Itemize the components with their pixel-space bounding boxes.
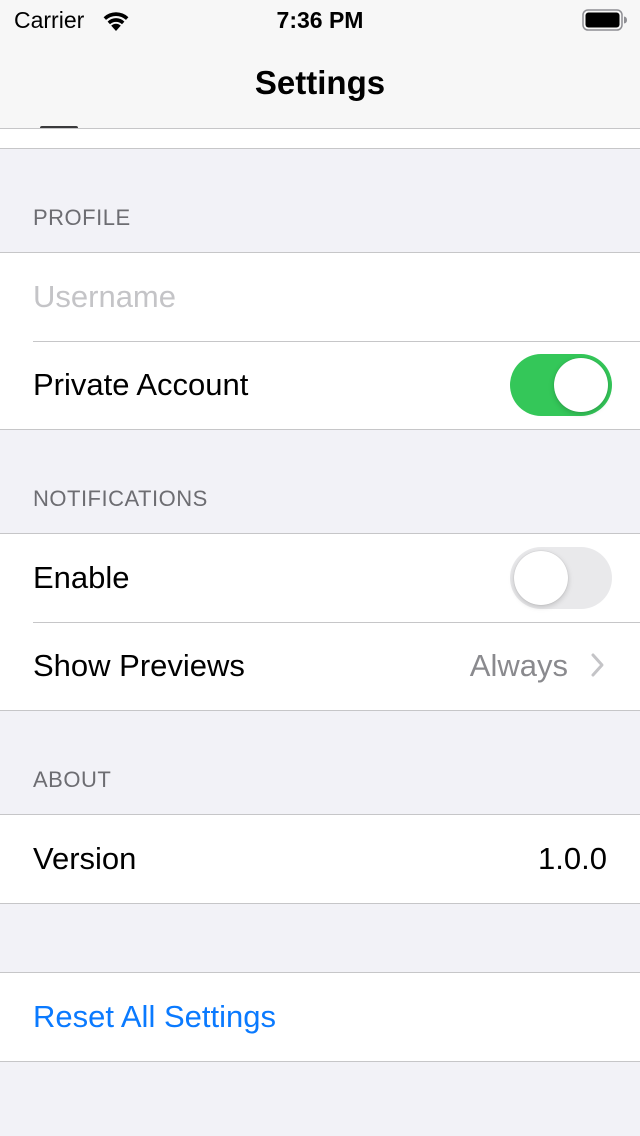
reset-all-settings-button[interactable]: Reset All Settings xyxy=(0,973,640,1061)
show-previews-row[interactable]: Show Previews Always xyxy=(0,622,640,710)
private-account-row: Private Account xyxy=(0,341,640,429)
username-row[interactable] xyxy=(0,253,640,341)
battery-icon xyxy=(582,9,628,36)
enable-label: Enable xyxy=(33,560,130,595)
section-header-notifications: NOTIFICATIONS xyxy=(33,486,208,511)
version-row: Version 1.0.0 xyxy=(0,815,640,903)
navigation-bar: Settings xyxy=(0,40,640,129)
section-header-about: ABOUT xyxy=(33,767,112,792)
version-label: Version xyxy=(33,841,137,876)
version-value: 1.0.0 xyxy=(538,841,607,876)
show-previews-label: Show Previews xyxy=(33,648,245,683)
enable-toggle[interactable] xyxy=(510,547,612,609)
status-time: 7:36 PM xyxy=(276,7,364,33)
reset-group: Reset All Settings xyxy=(0,972,640,1062)
private-account-toggle[interactable] xyxy=(510,354,612,416)
section-header-profile: PROFILE xyxy=(33,205,131,230)
status-bar: Carrier 7:36 PM xyxy=(0,0,640,40)
toggle-knob xyxy=(554,358,608,412)
reset-all-settings-label: Reset All Settings xyxy=(33,999,276,1034)
chevron-right-icon xyxy=(590,652,606,683)
private-account-label: Private Account xyxy=(33,367,249,402)
scrolled-cell xyxy=(0,129,640,149)
about-group: Version 1.0.0 xyxy=(0,814,640,904)
enable-row: Enable xyxy=(0,534,640,622)
show-previews-value: Always xyxy=(469,648,568,683)
page-title: Settings xyxy=(254,64,386,101)
profile-group: Private Account xyxy=(0,252,640,430)
toggle-knob xyxy=(514,551,568,605)
username-input[interactable] xyxy=(33,271,603,323)
notifications-group: Enable Show Previews Always xyxy=(0,533,640,711)
